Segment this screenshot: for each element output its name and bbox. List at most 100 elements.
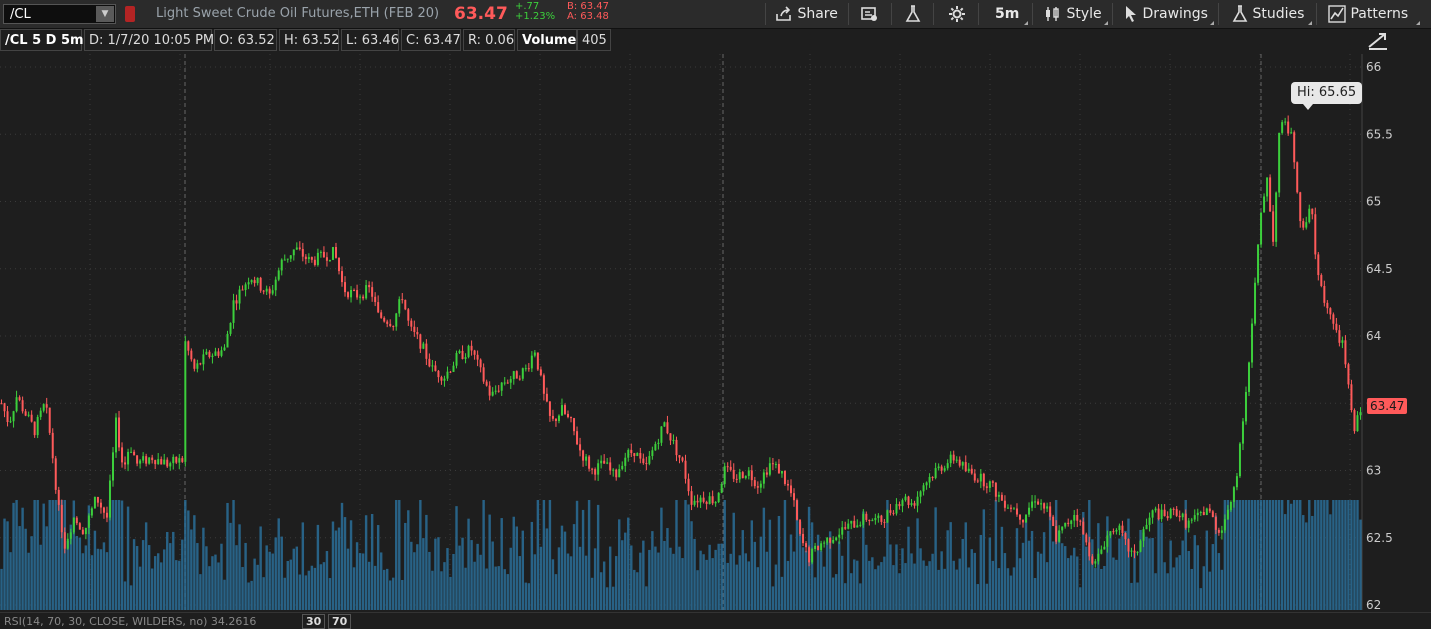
- volume-bar: [126, 506, 130, 610]
- candle-body: [1127, 539, 1130, 552]
- volume-bar: [1220, 569, 1224, 610]
- volume-bar: [160, 562, 163, 610]
- volume-bar: [262, 577, 265, 610]
- settings-button[interactable]: [948, 0, 966, 28]
- candle-body: [961, 462, 964, 466]
- chart-settings-icon[interactable]: [1367, 31, 1389, 51]
- candle-body: [1269, 177, 1272, 212]
- candle-body: [253, 280, 256, 284]
- candle-body: [672, 439, 675, 441]
- candle-body: [687, 478, 690, 492]
- drawings-button[interactable]: Drawings: [1124, 0, 1208, 28]
- candle-body: [1317, 254, 1320, 276]
- candle-body: [362, 296, 365, 299]
- symbol-dropdown-icon[interactable]: ▼: [96, 6, 114, 22]
- candle-body: [588, 456, 591, 469]
- rsi-panel-header: RSI(14, 70, 30, CLOSE, WILDERS, no) 34.2…: [0, 612, 1431, 629]
- candle-body: [81, 529, 84, 535]
- candle-body: [488, 385, 491, 396]
- candle-body: [1263, 196, 1266, 213]
- volume-bar: [328, 578, 332, 610]
- volume-bar: [382, 569, 386, 610]
- volume-bar: [883, 556, 886, 610]
- candle-body: [624, 457, 627, 466]
- candle-body: [883, 521, 886, 523]
- candle-body: [353, 289, 356, 291]
- volume-bar: [319, 564, 323, 610]
- candle-body: [1118, 525, 1121, 530]
- volume-bar: [244, 542, 247, 610]
- volume-bar: [684, 500, 687, 610]
- candle-body: [618, 469, 621, 478]
- volume-bar: [144, 522, 148, 610]
- flask-button[interactable]: [905, 0, 921, 28]
- rsi-study-name: RSI(14, 70, 30, CLOSE, WILDERS, no): [4, 615, 208, 628]
- candle-body: [1205, 508, 1208, 516]
- candle-body: [175, 456, 178, 463]
- close-field: C: 63.47: [401, 29, 461, 51]
- candle-body: [69, 532, 72, 539]
- candle-body: [3, 403, 6, 412]
- price-chart[interactable]: 6262.56363.56464.56565.566: [0, 54, 1431, 612]
- candle-body: [145, 456, 148, 464]
- candle-body: [33, 421, 36, 436]
- candle-body: [374, 296, 377, 303]
- candle-body: [220, 350, 223, 356]
- volume-bar: [1193, 535, 1196, 610]
- share-button[interactable]: Share: [775, 0, 838, 28]
- candle-body: [30, 414, 33, 422]
- candle-body: [1229, 501, 1232, 510]
- chart-title: /CL 5 D 5m: [0, 29, 84, 51]
- volume-bar: [6, 521, 9, 610]
- candle-body: [389, 323, 392, 326]
- candle-body: [334, 247, 337, 258]
- candle-body: [1015, 508, 1018, 515]
- candle-body: [497, 390, 500, 392]
- symbol-input[interactable]: /CL ▼: [3, 4, 116, 24]
- alert-flag-icon[interactable]: [125, 6, 135, 22]
- studies-button[interactable]: Studies: [1232, 0, 1304, 28]
- y-tick-label: 64.5: [1366, 262, 1393, 276]
- candle-body: [356, 290, 359, 298]
- candle-body: [576, 431, 579, 445]
- volume-bar: [1060, 543, 1064, 610]
- timeframe-button[interactable]: 5m: [995, 0, 1019, 28]
- candle-body: [862, 513, 865, 525]
- candle-body: [407, 309, 410, 321]
- candle-body: [726, 466, 729, 468]
- candle-body: [401, 299, 404, 301]
- candle-body: [1335, 323, 1338, 331]
- patterns-button[interactable]: Patterns: [1328, 0, 1408, 28]
- volume-bar: [102, 542, 106, 610]
- quote-button[interactable]: [861, 0, 879, 28]
- candle-body: [386, 321, 389, 324]
- volume-bar: [1039, 553, 1043, 610]
- timeframe-label: 5m: [995, 6, 1020, 22]
- candle-body: [124, 462, 127, 465]
- volume-bar: [367, 561, 371, 610]
- candle-body: [1097, 553, 1100, 562]
- candle-body: [133, 451, 136, 456]
- candle-body: [452, 365, 455, 372]
- volume-bar: [410, 541, 413, 610]
- candle-body: [1214, 517, 1217, 530]
- drawings-label: Drawings: [1142, 6, 1208, 22]
- candle-body: [732, 469, 735, 479]
- candle-body: [434, 365, 437, 371]
- style-button[interactable]: Style: [1044, 0, 1102, 28]
- candle-body: [1178, 515, 1181, 518]
- candle-body: [1037, 501, 1040, 505]
- volume-bar: [542, 500, 546, 610]
- volume-bar: [1187, 550, 1190, 610]
- volume-bar: [645, 586, 648, 610]
- candle-body: [72, 517, 75, 533]
- volume-bar: [657, 552, 660, 610]
- candle-body: [512, 371, 515, 380]
- volume-bar: [1302, 515, 1305, 610]
- volume-bar: [431, 570, 434, 610]
- volume-bar: [988, 537, 992, 610]
- candle-body: [461, 350, 464, 359]
- volume-bar: [75, 535, 79, 610]
- candle-body: [774, 463, 777, 465]
- volume-bar: [376, 525, 380, 610]
